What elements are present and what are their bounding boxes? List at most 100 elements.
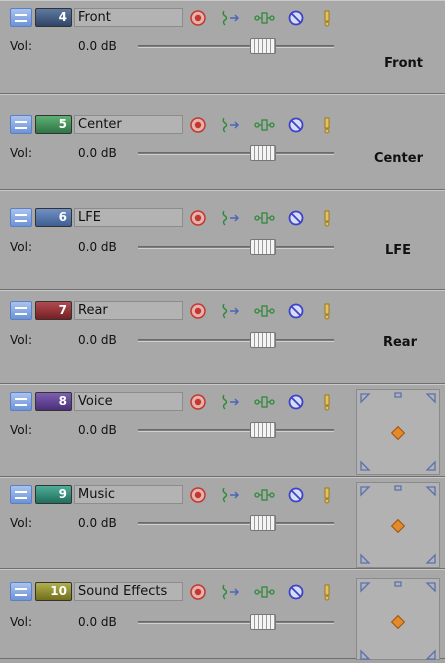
volume-slider-track[interactable] bbox=[138, 45, 334, 48]
mute-button[interactable] bbox=[287, 209, 305, 227]
mute-button[interactable] bbox=[287, 302, 305, 320]
solo-button[interactable] bbox=[322, 583, 340, 601]
mute-button[interactable] bbox=[287, 9, 305, 27]
minimize-track-button[interactable] bbox=[10, 485, 32, 504]
record-arm-button[interactable] bbox=[189, 486, 207, 504]
volume-slider-thumb[interactable] bbox=[250, 239, 276, 255]
mute-button[interactable] bbox=[287, 116, 305, 134]
track-name-field[interactable]: Voice bbox=[74, 392, 183, 411]
record-arm-icon bbox=[190, 394, 206, 410]
track-header-sound-effects[interactable]: 10 Sound Effects Vol: 0.0 dB bbox=[0, 569, 445, 660]
track-fx-button[interactable] bbox=[254, 209, 275, 227]
output-bus-label: Front bbox=[384, 56, 423, 71]
record-arm-button[interactable] bbox=[189, 116, 207, 134]
volume-slider-track[interactable] bbox=[138, 621, 334, 624]
minimize-track-button[interactable] bbox=[10, 301, 32, 320]
minimize-track-button[interactable] bbox=[10, 582, 32, 601]
solo-button[interactable] bbox=[322, 209, 340, 227]
solo-button[interactable] bbox=[322, 9, 340, 27]
record-arm-button[interactable] bbox=[189, 9, 207, 27]
track-fx-button[interactable] bbox=[254, 302, 275, 320]
volume-slider-thumb[interactable] bbox=[250, 422, 276, 438]
volume-slider-track[interactable] bbox=[138, 246, 334, 249]
track-name-field[interactable]: Music bbox=[74, 485, 183, 504]
volume-value: 0.0 dB bbox=[78, 146, 117, 160]
surround-panner[interactable] bbox=[356, 578, 440, 660]
minimize-track-button[interactable] bbox=[10, 115, 32, 134]
minimize-track-button[interactable] bbox=[10, 8, 32, 27]
track-header-music[interactable]: 9 Music Vol: 0.0 dB bbox=[0, 477, 445, 569]
track-name-field[interactable]: Center bbox=[74, 115, 183, 134]
minimize-track-button[interactable] bbox=[10, 392, 32, 411]
record-arm-button[interactable] bbox=[189, 302, 207, 320]
track-header-lfe[interactable]: 6 LFE Vol: 0.0 dB LFE bbox=[0, 190, 445, 290]
automation-icon bbox=[222, 487, 239, 503]
track-fx-button[interactable] bbox=[254, 393, 275, 411]
track-fx-icon bbox=[254, 489, 275, 501]
volume-label: Vol: bbox=[10, 146, 32, 160]
volume-label: Vol: bbox=[10, 423, 32, 437]
track-name-field[interactable]: Rear bbox=[74, 301, 183, 320]
track-number: 4 bbox=[35, 8, 72, 27]
track-number: 5 bbox=[35, 115, 72, 134]
solo-button[interactable] bbox=[322, 393, 340, 411]
volume-slider-track[interactable] bbox=[138, 429, 334, 432]
automation-icon bbox=[222, 584, 239, 600]
volume-value: 0.0 dB bbox=[78, 423, 117, 437]
volume-slider-thumb[interactable] bbox=[250, 38, 276, 54]
record-arm-button[interactable] bbox=[189, 583, 207, 601]
solo-icon bbox=[324, 394, 330, 411]
track-fx-button[interactable] bbox=[254, 9, 275, 27]
volume-slider-thumb[interactable] bbox=[250, 145, 276, 161]
track-header-front[interactable]: 4 Front Vol: 0.0 dB Front bbox=[0, 0, 445, 94]
surround-panner[interactable] bbox=[356, 389, 440, 475]
automation-button[interactable] bbox=[220, 393, 239, 411]
solo-icon bbox=[324, 303, 330, 320]
volume-slider-thumb[interactable] bbox=[250, 614, 276, 630]
solo-icon bbox=[324, 210, 330, 227]
automation-button[interactable] bbox=[220, 9, 239, 27]
record-arm-button[interactable] bbox=[189, 393, 207, 411]
solo-button[interactable] bbox=[322, 116, 340, 134]
track-header-rear[interactable]: 7 Rear Vol: 0.0 dB Rear bbox=[0, 290, 445, 384]
volume-slider-track[interactable] bbox=[138, 152, 334, 155]
track-fx-icon bbox=[254, 212, 275, 224]
track-name-field[interactable]: LFE bbox=[74, 208, 183, 227]
track-fx-icon bbox=[254, 12, 275, 24]
record-arm-icon bbox=[190, 10, 206, 26]
automation-button[interactable] bbox=[220, 302, 239, 320]
track-header-center[interactable]: 5 Center Vol: 0.0 dB Center bbox=[0, 94, 445, 190]
track-number: 9 bbox=[35, 485, 72, 504]
track-name-field[interactable]: Sound Effects bbox=[74, 582, 183, 601]
automation-icon bbox=[222, 10, 239, 26]
mute-button[interactable] bbox=[287, 486, 305, 504]
volume-value: 0.0 dB bbox=[78, 615, 117, 629]
volume-value: 0.0 dB bbox=[78, 240, 117, 254]
track-name-field[interactable]: Front bbox=[74, 8, 183, 27]
track-header-voice[interactable]: 8 Voice Vol: 0.0 dB bbox=[0, 384, 445, 477]
automation-icon bbox=[222, 303, 239, 319]
volume-slider-thumb[interactable] bbox=[250, 332, 276, 348]
solo-button[interactable] bbox=[322, 302, 340, 320]
track-fx-icon bbox=[254, 396, 275, 408]
record-arm-icon bbox=[190, 584, 206, 600]
automation-button[interactable] bbox=[220, 583, 239, 601]
volume-slider-thumb[interactable] bbox=[250, 515, 276, 531]
track-fx-button[interactable] bbox=[254, 116, 275, 134]
track-fx-button[interactable] bbox=[254, 583, 275, 601]
automation-button[interactable] bbox=[220, 209, 239, 227]
track-fx-button[interactable] bbox=[254, 486, 275, 504]
automation-icon bbox=[222, 117, 239, 133]
volume-label: Vol: bbox=[10, 39, 32, 53]
mute-icon bbox=[288, 394, 304, 410]
solo-button[interactable] bbox=[322, 486, 340, 504]
volume-slider-track[interactable] bbox=[138, 522, 334, 525]
mute-button[interactable] bbox=[287, 583, 305, 601]
mute-button[interactable] bbox=[287, 393, 305, 411]
minimize-track-button[interactable] bbox=[10, 208, 32, 227]
automation-button[interactable] bbox=[220, 486, 239, 504]
volume-slider-track[interactable] bbox=[138, 339, 334, 342]
surround-panner[interactable] bbox=[356, 482, 440, 568]
record-arm-button[interactable] bbox=[189, 209, 207, 227]
automation-button[interactable] bbox=[220, 116, 239, 134]
